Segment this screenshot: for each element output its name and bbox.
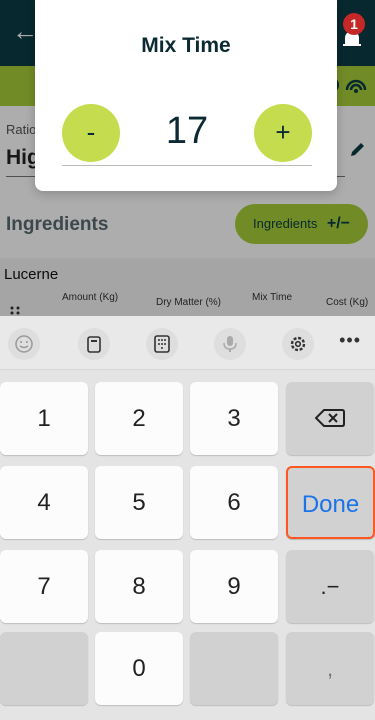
dot-minus-key[interactable]: .− [286, 550, 374, 623]
key-0[interactable]: 0 [95, 632, 183, 705]
key-9[interactable]: 9 [190, 550, 278, 623]
backspace-icon [314, 409, 345, 427]
key-1[interactable]: 1 [0, 382, 88, 455]
blank-key [0, 632, 88, 705]
key-7[interactable]: 7 [0, 550, 88, 623]
mix-time-stepper: - 17 + [62, 104, 312, 166]
key-4[interactable]: 4 [0, 466, 88, 539]
clipboard-icon[interactable] [78, 328, 110, 360]
microphone-icon[interactable] [214, 328, 246, 360]
emoji-icon[interactable] [8, 328, 40, 360]
key-5[interactable]: 5 [95, 466, 183, 539]
key-8[interactable]: 8 [95, 550, 183, 623]
comma-label: , [326, 656, 334, 681]
key-3[interactable]: 3 [190, 382, 278, 455]
mix-time-dialog: Mix Time - 17 + [35, 0, 337, 191]
settings-icon[interactable] [282, 328, 314, 360]
increment-button[interactable]: + [254, 104, 312, 162]
mix-time-input[interactable]: 17 [120, 110, 254, 153]
dialog-title: Mix Time [141, 34, 231, 57]
blank-key [190, 632, 278, 705]
backspace-key[interactable] [286, 382, 374, 455]
key-2[interactable]: 2 [95, 382, 183, 455]
more-icon[interactable]: ••• [339, 330, 361, 351]
decrement-button[interactable]: - [62, 104, 120, 162]
keyboard-toolbar: ••• [0, 316, 375, 370]
dot-minus-label: .− [320, 574, 340, 599]
keypad-icon[interactable] [146, 328, 178, 360]
notification-badge: 1 [343, 13, 365, 35]
done-key[interactable]: Done [286, 466, 375, 539]
comma-key[interactable]: , [286, 632, 374, 705]
numeric-keyboard: 1 2 3 4 5 6 Done 7 8 9 .− 0 , [0, 370, 375, 720]
key-6[interactable]: 6 [190, 466, 278, 539]
